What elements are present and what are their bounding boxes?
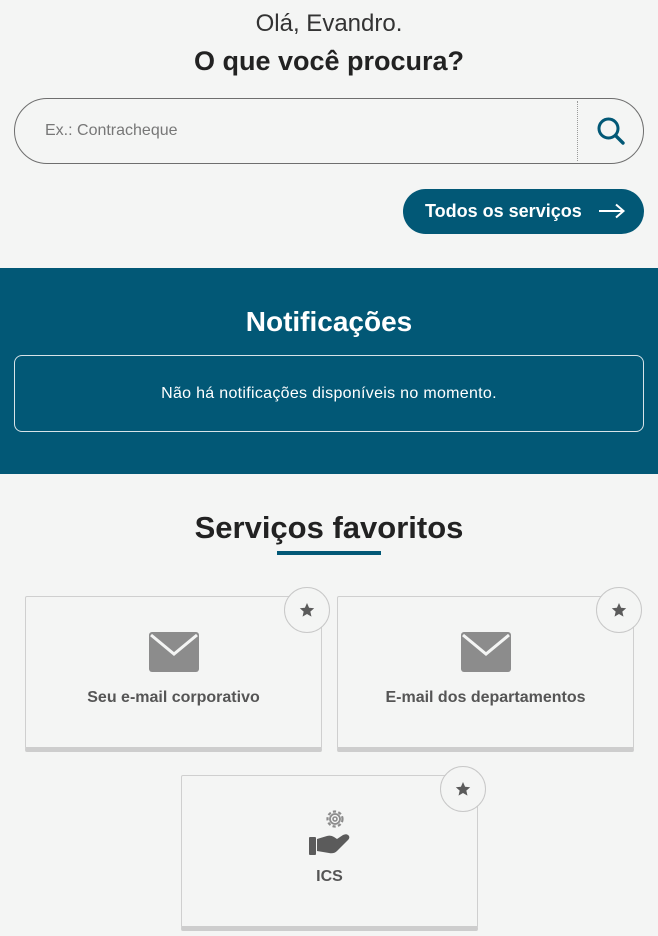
notifications-section: Notificações Não há notificações disponí… — [0, 268, 658, 474]
favorite-card-ics[interactable]: ICS — [181, 775, 478, 931]
favorite-card-corporate-email[interactable]: Seu e-mail corporativo — [25, 596, 322, 752]
notifications-empty-box: Não há notificações disponíveis no momen… — [14, 355, 644, 432]
search-icon — [597, 117, 625, 145]
favorite-star-button[interactable] — [596, 587, 642, 633]
notifications-title: Notificações — [245, 306, 413, 337]
envelope-icon — [460, 632, 511, 672]
star-icon — [455, 782, 471, 796]
notifications-empty-message: Não há notificações disponíveis no momen… — [161, 384, 497, 402]
greeting: Olá, Evandro. — [255, 10, 403, 37]
favorite-star-button[interactable] — [440, 766, 486, 812]
favorite-star-button[interactable] — [284, 587, 330, 633]
star-icon — [299, 603, 315, 617]
favorite-card-label: Seu e-mail corporativo — [87, 689, 260, 706]
favorite-card-department-email[interactable]: E-mail dos departamentos — [337, 596, 634, 752]
favorites-title: Serviços favoritos — [194, 510, 464, 545]
favorite-card-label: E-mail dos departamentos — [385, 689, 586, 706]
favorite-card-label: ICS — [316, 868, 343, 885]
search-input[interactable] — [45, 99, 575, 163]
envelope-icon — [148, 632, 199, 672]
all-services-button[interactable]: Todos os serviços — [403, 189, 644, 234]
page-title: O que você procura? — [193, 46, 465, 76]
search-button[interactable] — [578, 99, 644, 163]
hand-gear-icon — [308, 810, 349, 855]
search-bar — [14, 98, 644, 164]
all-services-label: Todos os serviços — [425, 201, 582, 221]
star-icon — [611, 603, 627, 617]
favorites-title-underline — [277, 551, 381, 555]
arrow-right-icon — [599, 203, 626, 219]
